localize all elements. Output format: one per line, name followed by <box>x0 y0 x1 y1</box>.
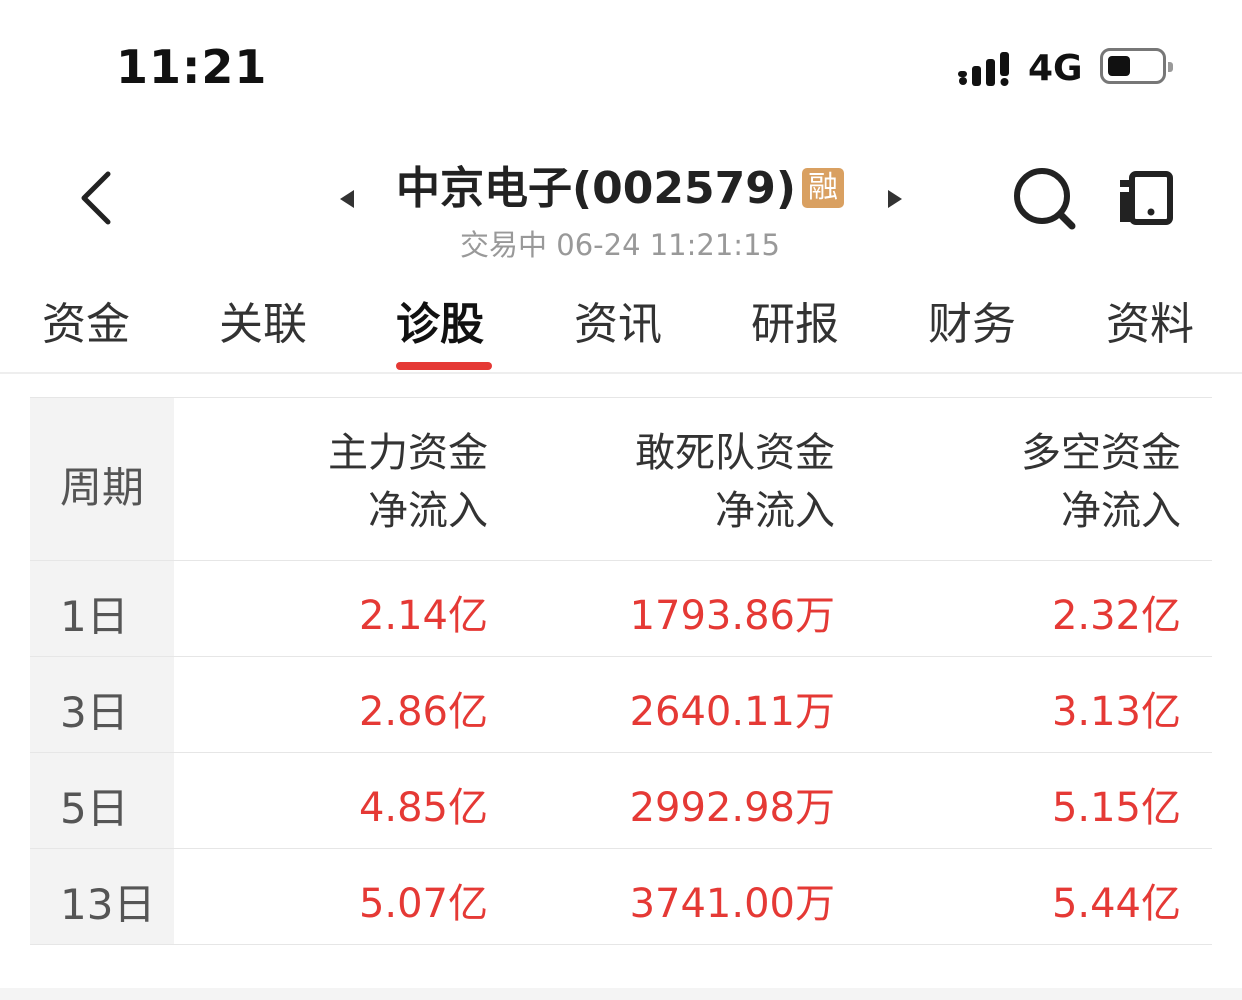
table-header: 周期 主力资金 净流入 敢死队资金 净流入 多空资金 净流入 <box>30 397 1212 561</box>
previous-stock-icon[interactable] <box>340 190 354 208</box>
main-funds-header: 主力资金 净流入 <box>328 430 488 534</box>
stock-title-block: 中京电子(002579) 融 交易中 06-24 11:21:15 <box>360 152 880 264</box>
section-divider <box>0 988 1242 1000</box>
tab-bar: 资金 关联 诊股 资讯 研报 财务 资料 <box>0 282 1242 374</box>
tab-related[interactable]: 关联 <box>219 288 307 352</box>
stock-title: 中京电子(002579) <box>396 163 796 214</box>
long-short-funds-header: 多空资金 净流入 <box>1021 430 1181 534</box>
main-funds-value: 4.85亿 <box>358 785 488 831</box>
tab-diagnosis[interactable]: 诊股 <box>396 288 484 352</box>
main-funds-value: 2.86亿 <box>358 689 488 735</box>
search-icon[interactable] <box>1012 166 1078 232</box>
tab-funds[interactable]: 资金 <box>42 288 130 352</box>
back-icon[interactable] <box>70 168 130 228</box>
dare-funds-value: 3741.00万 <box>629 881 835 927</box>
tab-finance[interactable]: 财务 <box>928 288 1016 352</box>
active-tab-indicator <box>396 362 492 370</box>
fund-flow-table: 周期 主力资金 净流入 敢死队资金 净流入 多空资金 净流入 1日 2.14亿 179… <box>30 397 1212 945</box>
main-funds-value: 5.07亿 <box>358 881 488 927</box>
next-stock-icon[interactable] <box>888 190 902 208</box>
period-cell: 1日 <box>60 592 129 641</box>
table-row: 3日 2.86亿 2640.11万 3.13亿 <box>30 657 1212 753</box>
landscape-toggle-icon[interactable] <box>1118 170 1174 226</box>
table-row: 5日 4.85亿 2992.98万 5.15亿 <box>30 753 1212 849</box>
battery-icon <box>1100 48 1173 84</box>
long-short-funds-value: 5.44亿 <box>1051 881 1181 927</box>
period-cell: 3日 <box>60 688 129 737</box>
period-cell: 5日 <box>60 784 129 833</box>
network-type: 4G <box>1028 48 1083 89</box>
period-header: 周期 <box>30 398 174 560</box>
long-short-funds-value: 2.32亿 <box>1051 593 1181 639</box>
margin-badge: 融 <box>801 168 844 208</box>
period-cell: 13日 <box>60 880 156 929</box>
tab-profile[interactable]: 资料 <box>1106 288 1194 352</box>
long-short-funds-value: 3.13亿 <box>1051 689 1181 735</box>
long-short-funds-value: 5.15亿 <box>1051 785 1181 831</box>
dare-funds-header: 敢死队资金 净流入 <box>635 430 835 534</box>
main-funds-value: 2.14亿 <box>358 593 488 639</box>
table-row: 1日 2.14亿 1793.86万 2.32亿 <box>30 561 1212 657</box>
table-row: 13日 5.07亿 3741.00万 5.44亿 <box>30 849 1212 945</box>
cellular-signal-icon <box>958 52 1009 86</box>
status-time: 11:21 <box>116 40 268 94</box>
tab-research[interactable]: 研报 <box>751 288 839 352</box>
trading-status: 交易中 06-24 11:21:15 <box>460 228 780 262</box>
dare-funds-value: 2992.98万 <box>629 785 835 831</box>
dare-funds-value: 2640.11万 <box>629 689 835 735</box>
tab-news[interactable]: 资讯 <box>574 288 662 352</box>
dare-funds-value: 1793.86万 <box>629 593 835 639</box>
